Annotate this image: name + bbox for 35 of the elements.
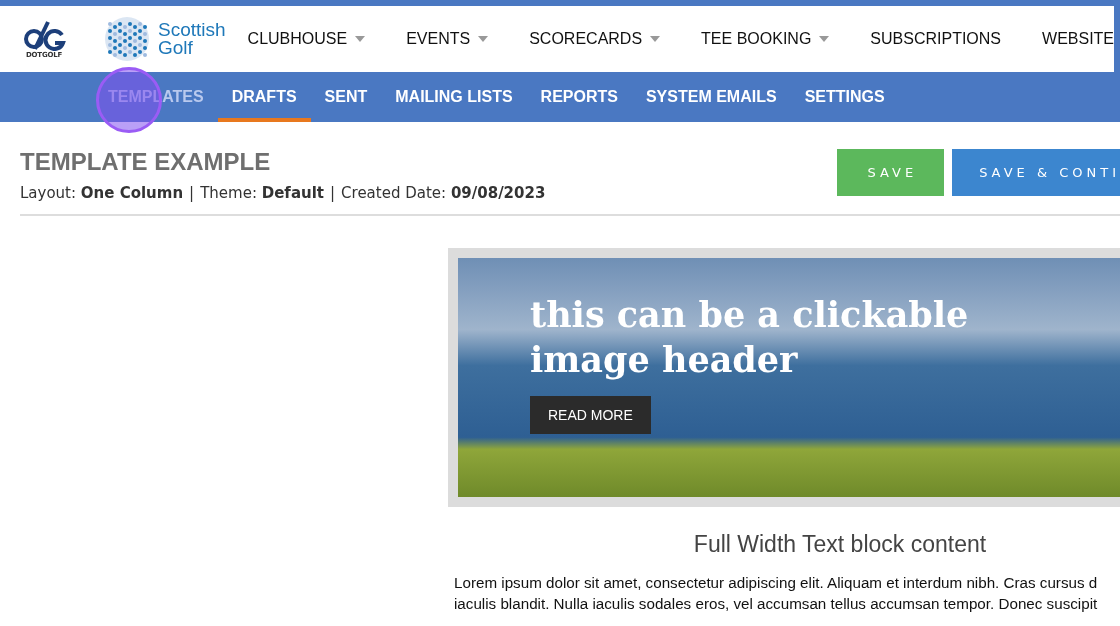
nav-link[interactable]: CLUBHOUSE [247, 30, 366, 48]
meta-label: Created Date: 09/08/2023 [341, 184, 546, 202]
subnav-tab[interactable]: SETTINGS [790, 72, 899, 122]
page-title: TEMPLATE EXAMPLE [20, 148, 272, 176]
caret-icon [478, 36, 489, 42]
photo-placeholder[interactable]: this can be a clickable image header READ MORE [458, 258, 1120, 497]
caret-icon [650, 36, 661, 42]
block-heading: Full Width Text block content [692, 531, 988, 558]
read-more-button[interactable]: READ MORE [530, 396, 651, 434]
meta-label: Theme: Default [200, 184, 324, 202]
partner-name: Scottish [158, 21, 226, 39]
meta-label: Layout: One Column [20, 184, 184, 202]
body-text: iaculis blandit. Nulla iaculis sodales eros, vel accumsan tellus accumsan tempor. Donec suscipit [454, 594, 1099, 614]
partner-name: Golf [158, 39, 194, 57]
caret-icon [819, 36, 830, 42]
header-text: this can be a clickable [530, 293, 970, 337]
caret-icon [355, 36, 366, 42]
subnav-tab[interactable]: SENT [310, 72, 382, 122]
golf-ball-icon [104, 16, 150, 62]
nav-link[interactable]: WEBSITE [1042, 30, 1115, 48]
nav-link[interactable]: EVENTS [406, 30, 489, 48]
logo-icon [22, 19, 66, 51]
separator: | [330, 184, 336, 202]
subnav-tab[interactable]: MAILING LISTS [381, 72, 527, 122]
nav-link[interactable]: SUBSCRIPTIONS [870, 30, 1002, 48]
subnav-tab[interactable]: REPORTS [526, 72, 632, 122]
save-continue-button[interactable]: SAVE & CONTI [952, 149, 1120, 196]
subnav-tab[interactable]: SYSTEM EMAILS [631, 72, 791, 122]
subnav-tab[interactable]: DRAFTS [217, 72, 311, 122]
nav-link[interactable]: TEE BOOKING [701, 30, 830, 48]
nav-link[interactable]: SCORECARDS [529, 30, 661, 48]
header-text: image header [530, 338, 799, 382]
separator: | [189, 184, 195, 202]
body-text: Lorem ipsum dolor sit amet, consectetur adipiscing elit. Aliquam et interdum nibh. Cras cursus d [454, 573, 1099, 593]
save-button[interactable]: SAVE [837, 149, 945, 196]
